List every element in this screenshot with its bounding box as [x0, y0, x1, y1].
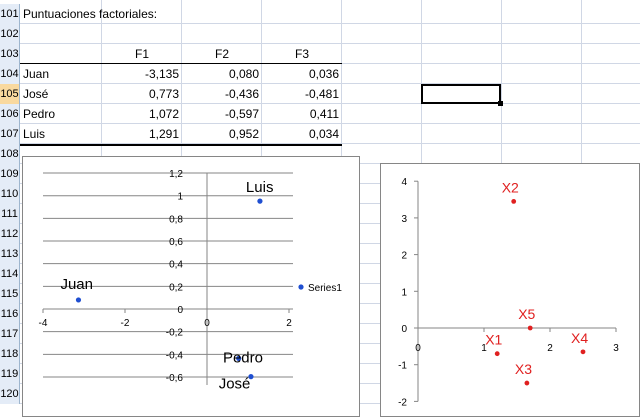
chart-variables[interactable]: 4 3 2 1 0 -1 -2 0 1 2 3 X1 X2 X3 X4 X5: [380, 163, 640, 417]
chart1-legend-marker: [298, 284, 304, 290]
chart2-point: [524, 380, 530, 386]
chart2-point: [494, 351, 500, 357]
chart2-point-label: X1: [485, 332, 502, 348]
chart1-x-tick-label: -2: [121, 318, 130, 329]
table-cell-name[interactable]: Pedro: [23, 104, 99, 124]
chart1-x-tick-label: -4: [39, 318, 48, 329]
chart-factor-scores[interactable]: 1,2 1 0,8 0,6 0,4 0,2 0 -0,2 -0,4 -0,6 -4 -2 0 2 Juan J…: [22, 156, 360, 417]
row-header[interactable]: 114: [0, 264, 20, 284]
row-header[interactable]: 111: [0, 204, 20, 224]
row-header[interactable]: 101: [0, 4, 20, 24]
header-f2[interactable]: F2: [182, 44, 262, 64]
table-cell-f1[interactable]: 1,072: [102, 104, 179, 124]
table-cell-name[interactable]: José: [23, 84, 99, 104]
chart1-y-tick-label: -0,4: [166, 350, 184, 361]
table-cell-name[interactable]: Juan: [23, 64, 99, 84]
chart1-point-label: José: [219, 375, 251, 392]
table-cell-f2[interactable]: -0,436: [182, 84, 259, 104]
table-cell-f3[interactable]: -0,481: [262, 84, 339, 104]
row-header[interactable]: 116: [0, 304, 20, 324]
chart1-point-label: Pedro: [223, 350, 263, 367]
chart2-point-label: X4: [571, 330, 588, 346]
row-header[interactable]: 119: [0, 364, 20, 384]
chart2-y-tick-label: 2: [401, 251, 407, 262]
chart1-y-tick-label: 0,8: [169, 214, 183, 225]
chart2-y-tick-label: -2: [398, 397, 407, 408]
scatter-chart-1: 1,2 1 0,8 0,6 0,4 0,2 0 -0,2 -0,4 -0,6 -4 -2 0 2 Juan J…: [39, 169, 343, 392]
chart1-y-tick-label: 1,2: [169, 169, 183, 180]
chart1-x-tick-label: 2: [286, 318, 292, 329]
table-title[interactable]: Puntuaciones factoriales:: [23, 4, 157, 24]
active-cell[interactable]: [421, 84, 501, 104]
row-header[interactable]: 106: [0, 104, 20, 124]
header-f1[interactable]: F1: [102, 44, 182, 64]
table-cell-f3[interactable]: 0,034: [262, 124, 339, 144]
chart1-y-tick-label: -0,6: [166, 373, 184, 384]
scatter-chart-2: 43210-1-20 1 2 3X1X2X3X4X5: [398, 177, 619, 408]
row-header[interactable]: 117: [0, 324, 20, 344]
chart2-y-tick-label: 4: [401, 177, 407, 188]
chart2-y-tick-label: 1: [401, 287, 407, 298]
row-header[interactable]: 104: [0, 64, 20, 84]
chart2-x-tick-label: 0: [415, 343, 421, 354]
chart1-y-tick-label: 0,6: [169, 237, 183, 248]
row-header[interactable]: 112: [0, 224, 20, 244]
table-cell-f2[interactable]: -0,597: [182, 104, 259, 124]
row-header[interactable]: 102: [0, 24, 20, 44]
spreadsheet[interactable]: 101 102 103 104 105 106 107 108 109 110 111 112 113 1…: [0, 0, 640, 417]
chart1-y-tick-label: 0: [177, 305, 183, 316]
chart1-point: [75, 297, 82, 303]
chart1-legend-label: Series1: [308, 283, 342, 294]
chart2-y-tick-label: -1: [398, 361, 407, 372]
chart1-point-label: Juan: [60, 276, 93, 293]
chart2-point: [580, 349, 586, 355]
chart2-point: [511, 198, 517, 204]
chart2-point-label: X5: [518, 306, 535, 322]
chart2-x-tick-label: 3: [613, 343, 619, 354]
fill-handle[interactable]: [498, 101, 503, 106]
chart1-point: [248, 374, 254, 380]
table-cell-f2[interactable]: 0,952: [182, 124, 259, 144]
table-cell-f3[interactable]: 0,411: [262, 104, 339, 124]
table-cell-f2[interactable]: 0,080: [182, 64, 259, 84]
table-cell-f3[interactable]: 0,036: [262, 64, 339, 84]
chart2-x-tick-label: 2: [547, 343, 553, 354]
chart1-y-tick-label: 0,4: [169, 260, 183, 271]
chart1-y-tick-label: -0,2: [166, 328, 184, 339]
row-header[interactable]: 115: [0, 284, 20, 304]
row-header[interactable]: 120: [0, 384, 20, 404]
row-header[interactable]: 103: [0, 44, 20, 64]
chart1-y-tick-label: 1: [177, 192, 183, 203]
row-header[interactable]: 108: [0, 144, 20, 164]
header-f3[interactable]: F3: [262, 44, 342, 64]
table-cell-f1[interactable]: 1,291: [102, 124, 179, 144]
row-header[interactable]: 110: [0, 184, 20, 204]
row-header[interactable]: 109: [0, 164, 20, 184]
chart2-y-tick-label: 0: [401, 324, 407, 335]
chart2-y-tick-label: 3: [401, 214, 407, 225]
chart1-point: [257, 198, 263, 204]
row-header[interactable]: 107: [0, 124, 20, 144]
chart2-point: [527, 325, 533, 331]
row-header[interactable]: 118: [0, 344, 20, 364]
row-header[interactable]: 105: [0, 84, 20, 104]
chart1-point-label: Luis: [246, 179, 274, 196]
table-cell-name[interactable]: Luis: [23, 124, 99, 144]
table-bottom-border: [20, 144, 342, 146]
chart1-y-tick-label: 0,2: [169, 282, 183, 293]
chart1-x-tick-label: 0: [204, 318, 210, 329]
row-header[interactable]: 113: [0, 244, 20, 264]
chart2-point-label: X2: [502, 179, 519, 195]
table-cell-f1[interactable]: -3,135: [102, 64, 179, 84]
chart2-point-label: X3: [515, 361, 532, 377]
table-cell-f1[interactable]: 0,773: [102, 84, 179, 104]
